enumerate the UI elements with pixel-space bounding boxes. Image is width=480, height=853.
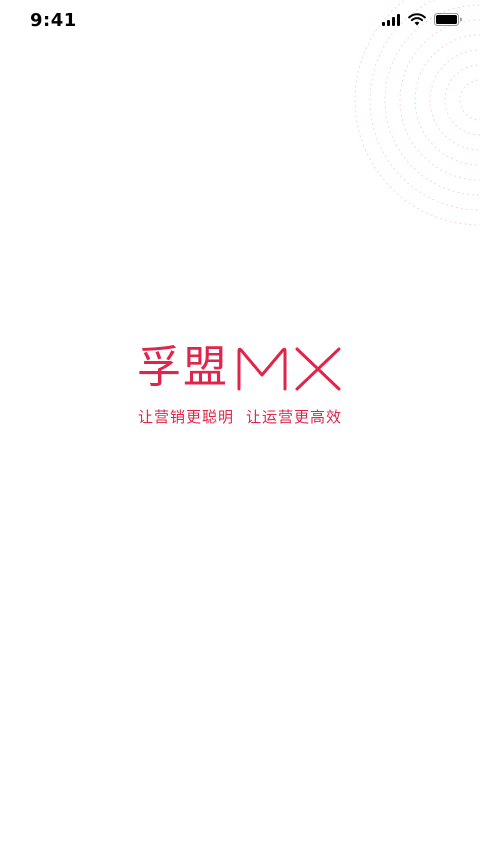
splash-screen: 9:41 孚盟 让营销更聪明 让运营更高效 [0, 0, 480, 853]
signal-icon [382, 13, 400, 26]
tagline-operations: 让运营更高效 [246, 408, 343, 426]
splash-content: 孚盟 MX 让营销更聪明让运营更高效 [0, 340, 480, 427]
tagline: 让营销更聪明 让运营更高效 [138, 406, 342, 427]
wifi-icon [408, 13, 426, 26]
tagline-marketing: 让营销更聪明 [137, 408, 234, 426]
battery-icon [434, 13, 462, 26]
status-icons [382, 13, 462, 26]
brand-mx-logotype: MX [237, 347, 341, 391]
status-bar: 9:41 [0, 0, 480, 44]
status-time: 9:41 [30, 10, 77, 31]
brand-name-cn: 孚盟 [137, 342, 229, 393]
brand-logo: 孚盟 MX [137, 340, 343, 396]
